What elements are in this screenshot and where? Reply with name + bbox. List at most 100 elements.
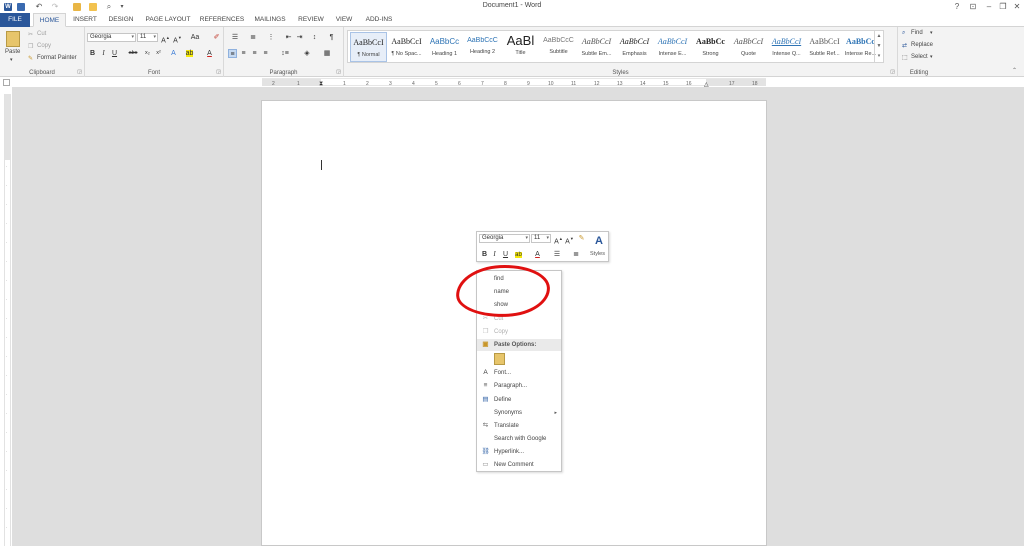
right-indent-icon[interactable]: △ <box>704 81 709 88</box>
align-right-icon[interactable]: ≡ <box>250 49 259 58</box>
tab-mailings[interactable]: MAILINGS <box>251 13 289 27</box>
mini-italic-icon[interactable]: I <box>490 250 499 259</box>
shrink-font-icon[interactable]: A▼ <box>565 234 574 245</box>
shrink-font-icon[interactable]: A▼ <box>173 33 182 44</box>
style-subtle-reference[interactable]: AaBbCcI Subtle Ref... <box>806 32 843 62</box>
menu-item-hyperlink[interactable]: ⛓ Hyperlink... <box>477 446 561 458</box>
tab-references[interactable]: REFERENCES <box>199 13 245 27</box>
gallery-scroll[interactable]: ▲ ▼ ▾ <box>874 31 883 62</box>
bullets-icon[interactable]: ☰ <box>228 33 242 42</box>
font-color-icon[interactable]: A <box>205 49 214 58</box>
paste-button[interactable]: Paste <box>5 49 20 55</box>
collapse-ribbon-icon[interactable]: ⌃ <box>1012 67 1017 74</box>
close-button[interactable]: ✕ <box>1010 1 1024 12</box>
grow-font-icon[interactable]: A▲ <box>554 234 563 245</box>
mini-font-name-select[interactable]: Georgia ▾ <box>479 234 530 243</box>
shading-icon[interactable]: ◈ <box>300 49 314 58</box>
paste-keep-text-icon[interactable] <box>494 353 505 365</box>
tab-design[interactable]: DESIGN <box>105 13 137 27</box>
horizontal-ruler[interactable]: 2 1 ⧗ 1 2 3 4 5 6 7 8 9 10 11 12 13 14 1… <box>262 78 766 88</box>
mini-bullets-icon[interactable]: ☰ <box>550 250 564 259</box>
grow-font-icon[interactable]: A▲ <box>161 33 170 44</box>
style-emphasis[interactable]: AaBbCcI Emphasis <box>616 32 653 62</box>
scroll-up-icon[interactable]: ▲ <box>875 31 883 41</box>
paste-icon[interactable] <box>6 31 20 47</box>
scroll-down-icon[interactable]: ▼ <box>875 41 883 51</box>
tab-file[interactable]: FILE <box>0 13 30 27</box>
align-left-icon[interactable]: ≡ <box>228 49 237 58</box>
menu-item-font[interactable]: A Font... <box>477 367 561 379</box>
text-effects-icon[interactable]: A <box>169 49 178 58</box>
styles-icon[interactable]: A <box>591 234 607 248</box>
style-intense-emphasis[interactable]: AaBbCcI Intense E... <box>654 32 691 62</box>
vertical-ruler[interactable]: · · · · · · · · · · · · · · · · · · · · <box>4 94 11 546</box>
find-button[interactable]: Find <box>911 30 923 36</box>
style-heading-1[interactable]: AaBbCc Heading 1 <box>426 32 463 62</box>
decrease-indent-icon[interactable]: ⇤ <box>284 33 293 42</box>
ribbon-display-button[interactable]: ⊡ <box>966 1 980 12</box>
tab-view[interactable]: VIEW <box>333 13 355 27</box>
style-title[interactable]: AaBl Title <box>502 32 539 62</box>
show-formatting-icon[interactable]: ¶ <box>327 33 336 42</box>
style-quote[interactable]: AaBbCcI Quote <box>730 32 767 62</box>
mini-font-color-icon[interactable]: A <box>533 250 542 259</box>
justify-icon[interactable]: ≡ <box>261 49 270 58</box>
highlight-icon[interactable]: ab <box>185 49 194 58</box>
paragraph-launcher-icon[interactable]: ◲ <box>336 69 341 75</box>
chevron-down-icon[interactable]: ▾ <box>930 30 933 36</box>
tab-add-ins[interactable]: ADD-INS <box>362 13 396 27</box>
mini-underline-icon[interactable]: U <box>501 250 510 259</box>
font-launcher-icon[interactable]: ◲ <box>216 69 221 75</box>
menu-item-define[interactable]: ▤ Define <box>477 394 561 406</box>
numbering-icon[interactable]: ≣ <box>246 33 260 42</box>
font-size-select[interactable]: 11 ▾ <box>137 33 158 42</box>
borders-icon[interactable]: ▦ <box>320 49 334 58</box>
sort-icon[interactable]: ↕ <box>310 33 319 42</box>
copy-button[interactable]: Copy <box>37 43 51 49</box>
restore-button[interactable]: ❐ <box>996 1 1010 12</box>
menu-item-search-google[interactable]: Search with Google <box>477 433 561 445</box>
font-name-select[interactable]: Georgia ▾ <box>87 33 136 42</box>
italic-icon[interactable]: I <box>99 49 108 58</box>
clipboard-launcher-icon[interactable]: ◲ <box>77 69 82 75</box>
style-subtle-emphasis[interactable]: AaBbCcI Subtle Em... <box>578 32 615 62</box>
align-center-icon[interactable]: ≡ <box>239 49 248 58</box>
cut-button[interactable]: Cut <box>37 31 46 37</box>
style-subtitle[interactable]: AaBbCcC Subtitle <box>540 32 577 62</box>
menu-item-new-comment[interactable]: ▭ New Comment <box>477 459 561 471</box>
menu-item-translate[interactable]: ⇆ Translate <box>477 420 561 432</box>
bold-icon[interactable]: B <box>88 49 97 58</box>
menu-item-synonyms[interactable]: Synonyms ▸ <box>477 407 561 419</box>
tab-insert[interactable]: INSERT <box>69 13 101 27</box>
replace-button[interactable]: Replace <box>911 42 933 48</box>
tab-review[interactable]: REVIEW <box>295 13 327 27</box>
style-no-spacing[interactable]: AaBbCcI ¶ No Spac... <box>388 32 425 62</box>
minimize-button[interactable]: – <box>982 1 996 12</box>
tab-page-layout[interactable]: PAGE LAYOUT <box>143 13 193 27</box>
format-painter-button[interactable]: Format Painter <box>37 55 77 61</box>
increase-indent-icon[interactable]: ⇥ <box>295 33 304 42</box>
mini-bold-icon[interactable]: B <box>480 250 489 259</box>
subscript-icon[interactable]: x₂ <box>143 49 152 58</box>
menu-item-copy[interactable]: ❐ Copy <box>477 326 561 338</box>
mini-font-size-select[interactable]: 11 ▾ <box>531 234 551 243</box>
mini-numbering-icon[interactable]: ≣ <box>569 250 583 259</box>
style-normal[interactable]: AaBbCcI ¶ Normal <box>350 32 387 62</box>
menu-item-paragraph[interactable]: ≡ Paragraph... <box>477 380 561 392</box>
format-painter-icon[interactable]: ✎ <box>577 234 586 243</box>
paste-dropdown-icon[interactable]: ▾ <box>10 57 13 63</box>
styles-launcher-icon[interactable]: ◲ <box>890 69 895 75</box>
style-intense-quote[interactable]: AaBbCcI Intense Q... <box>768 32 805 62</box>
help-button[interactable]: ? <box>950 1 964 12</box>
chevron-down-icon[interactable]: ▾ <box>930 54 933 60</box>
underline-icon[interactable]: U <box>110 49 119 58</box>
multilevel-list-icon[interactable]: ⋮ <box>264 33 278 42</box>
line-spacing-icon[interactable]: ↕≡ <box>278 49 292 58</box>
style-heading-2[interactable]: AaBbCcC Heading 2 <box>464 32 501 62</box>
superscript-icon[interactable]: x² <box>154 49 163 58</box>
strikethrough-icon[interactable]: abc <box>126 49 140 58</box>
select-button[interactable]: Select <box>911 54 928 60</box>
clear-formatting-icon[interactable]: ✐ <box>212 33 221 42</box>
first-line-indent-icon[interactable]: ⧗ <box>319 81 323 88</box>
gallery-more-icon[interactable]: ▾ <box>875 51 883 61</box>
